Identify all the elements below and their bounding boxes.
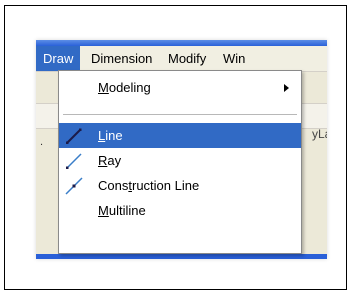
menu-item-construction-line[interactable]: Construction Line	[59, 173, 301, 198]
menu-modify[interactable]: Modify	[161, 46, 213, 71]
menu-item-modeling[interactable]: Modeling	[59, 75, 301, 100]
status-bar-edge	[36, 254, 327, 259]
menu-bar: Draw Dimension Modify Win	[36, 46, 327, 72]
menu-item-line[interactable]: Line	[59, 123, 301, 148]
menu-item-label: Ray	[98, 153, 122, 168]
menu-item-multiline[interactable]: Multiline	[59, 198, 301, 223]
menu-item-label: Multiline	[98, 203, 146, 218]
background-text: .	[40, 136, 44, 148]
menu-item-label: Construction Line	[98, 178, 200, 193]
menu-item-label: Modeling	[98, 80, 151, 95]
submenu-arrow-icon	[284, 84, 289, 92]
ray-icon	[66, 153, 82, 169]
menu-window[interactable]: Win	[216, 46, 252, 71]
menu-item-ray[interactable]: Ray	[59, 148, 301, 173]
construction-line-icon	[65, 177, 83, 195]
menu-separator	[63, 114, 297, 116]
menu-draw[interactable]: Draw	[36, 46, 81, 71]
background-layer-text: yLa	[312, 127, 327, 141]
menu-item-label: Line	[98, 128, 123, 143]
menu-dimension[interactable]: Dimension	[84, 46, 159, 71]
draw-menu-dropdown: Modeling Line Ray Construction Line Mult…	[58, 70, 302, 254]
line-icon	[66, 128, 82, 144]
